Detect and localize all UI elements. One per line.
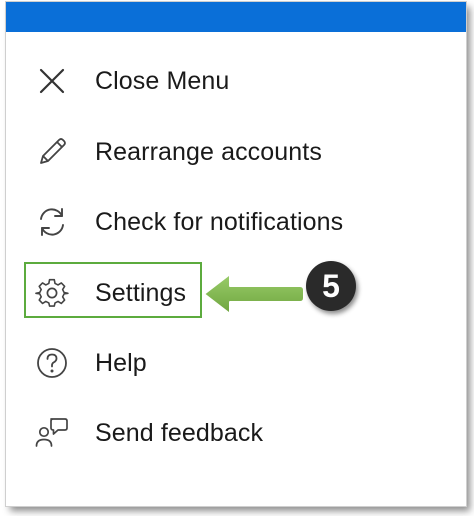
close-menu-item[interactable]: Close Menu [6, 52, 466, 110]
settings-highlight-box [24, 262, 202, 318]
send-feedback-label: Send feedback [95, 418, 264, 447]
pointer-arrow [203, 273, 305, 315]
menu-panel: Close Menu Rearrange accounts Check for … [5, 1, 467, 507]
step-number-badge: 5 [306, 261, 356, 311]
help-icon [34, 345, 70, 381]
feedback-icon [34, 415, 70, 451]
close-menu-label: Close Menu [95, 66, 230, 95]
check-notifications-item[interactable]: Check for notifications [6, 193, 466, 251]
help-item[interactable]: Help [6, 334, 466, 392]
rearrange-accounts-label: Rearrange accounts [95, 137, 322, 166]
send-feedback-item[interactable]: Send feedback [6, 404, 466, 462]
refresh-icon [34, 204, 70, 240]
pencil-icon [34, 134, 70, 170]
header-bar [6, 2, 466, 32]
rearrange-accounts-item[interactable]: Rearrange accounts [6, 123, 466, 181]
help-label: Help [95, 348, 147, 377]
close-icon [34, 63, 70, 99]
check-notifications-label: Check for notifications [95, 207, 344, 236]
